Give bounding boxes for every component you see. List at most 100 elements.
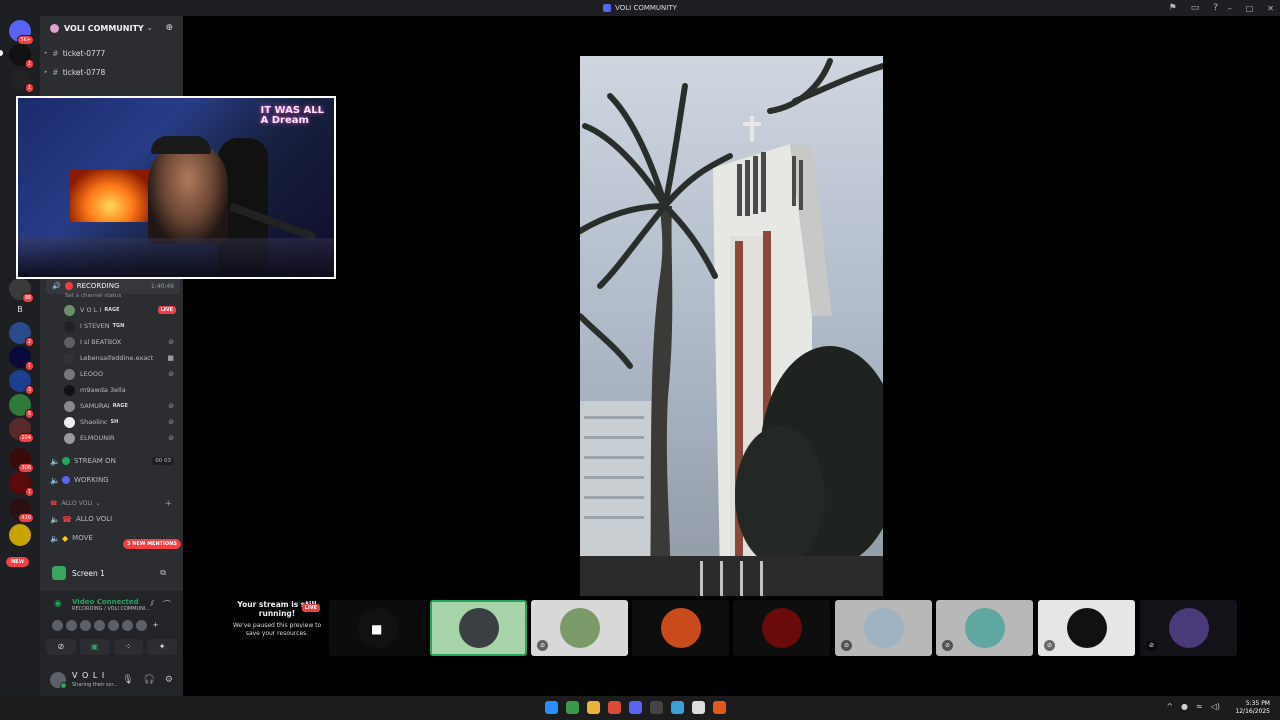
microphone-icon[interactable]: 🎙 (122, 675, 133, 685)
signal-icon: ◉ (54, 599, 62, 609)
activities-button[interactable]: ⁘ (113, 639, 144, 655)
participant-tile[interactable]: ⊘ (1140, 600, 1237, 656)
home-button[interactable]: 5K+ (9, 20, 34, 45)
server-icon[interactable]: 98 (9, 278, 34, 303)
server-icon[interactable]: 1 (9, 68, 34, 93)
brave-icon[interactable] (713, 701, 726, 714)
server-icon[interactable]: 1 (9, 346, 34, 371)
avatar[interactable] (66, 620, 77, 631)
connection-location[interactable]: RECORDING / VOLI COMMUNI... (72, 606, 150, 612)
channel-status-hint[interactable]: Set a channel status (65, 293, 121, 299)
participant-tile[interactable] (733, 600, 830, 656)
voice-member[interactable]: Lebensaifeddine.exact ■ (64, 351, 178, 365)
participant-tile[interactable] (632, 600, 729, 656)
clock[interactable]: 5:35 PM 12/16/2025 (1235, 700, 1270, 716)
terminal-icon[interactable] (650, 701, 663, 714)
screen-share-row[interactable]: Screen 1 ⧉ (46, 564, 180, 582)
server-icon[interactable]: 3 (9, 370, 34, 395)
participant-tile[interactable] (430, 600, 527, 656)
user-info[interactable]: V O L I Sharing their scr... (72, 671, 118, 688)
chevron-up-icon[interactable]: ^ (1166, 702, 1173, 711)
headphones-icon[interactable]: 🎧 (144, 675, 155, 685)
camera-off-button[interactable]: ⊘ (46, 639, 76, 655)
soundboard-button[interactable]: ✦ (147, 639, 177, 655)
category-label: ALLO VOLI (61, 500, 93, 507)
screen-share-button[interactable]: ▣ (79, 639, 110, 655)
channel-dot-icon (62, 457, 70, 465)
collapse-arrow-icon: ▸ (44, 69, 48, 75)
start-icon[interactable] (545, 701, 558, 714)
avatar[interactable] (52, 620, 63, 631)
avatar (64, 336, 75, 348)
desk-light-image (18, 238, 334, 277)
new-servers-pill[interactable]: NEW (6, 557, 30, 567)
voice-channel-allo-voli[interactable]: 🔈 ☎ ALLO VOLI (50, 511, 180, 527)
server-icon[interactable]: 204 (9, 418, 34, 443)
voice-member[interactable]: LEOOO ⊘ (64, 367, 178, 381)
avatar[interactable] (94, 620, 105, 631)
participant-tile[interactable]: ⊘ (835, 600, 932, 656)
settings-gear-icon[interactable]: ⚙ (165, 675, 173, 685)
new-mentions-pill[interactable]: 3 NEW MENTIONS (123, 539, 181, 549)
folder-icon[interactable] (587, 701, 600, 714)
channel-ticket-0777[interactable]: ▸ # ticket-0777 (40, 45, 183, 61)
wifi-icon[interactable]: ≈ (1196, 702, 1203, 711)
close-button[interactable]: ✕ (1267, 4, 1274, 13)
connection-status[interactable]: Video Connected (72, 598, 139, 606)
stream-video[interactable] (580, 56, 883, 596)
activity-avatars: + (52, 620, 161, 631)
add-channel-icon[interactable]: + (164, 499, 172, 509)
add-activity-icon[interactable]: + (150, 620, 161, 631)
avatar[interactable] (136, 620, 147, 631)
minimize-button[interactable]: – (1228, 4, 1232, 13)
voice-member[interactable]: m9awda 3ella (64, 383, 178, 397)
volume-icon[interactable]: ◁) (1211, 702, 1220, 711)
neon-sign: IT WAS ALL A Dream (260, 106, 324, 126)
channel-ticket-0778[interactable]: ▸ # ticket-0778 (40, 64, 183, 80)
voice-channel-stream-on[interactable]: 🔈 STREAM ON 00 03 (50, 453, 180, 469)
unread-badge: 5 (24, 409, 34, 419)
server-header[interactable]: VOLI COMMUNITY ⌄ ⊕ (40, 16, 183, 40)
server-icon[interactable] (9, 524, 31, 546)
notepad-icon[interactable] (692, 701, 705, 714)
participant-tile[interactable]: ⊘ (936, 600, 1033, 656)
voice-channel-label: RECORDING (76, 282, 120, 290)
noise-suppression-icon[interactable]: ⫽ (150, 599, 154, 610)
avatar[interactable] (80, 620, 91, 631)
category-allo-voli[interactable]: ☎ ALLO VOLI ⌄ + (50, 499, 180, 509)
voice-channel-working[interactable]: 🔈 WORKING (50, 472, 180, 488)
disconnect-icon[interactable]: ⌒ (163, 599, 171, 610)
voice-member[interactable]: SAMURAI RAGE ⊘ (64, 399, 178, 413)
inbox-icon[interactable]: ▭ (1191, 3, 1200, 13)
server-icon[interactable]: 1 (9, 44, 34, 69)
browser-icon[interactable] (608, 701, 621, 714)
avatar[interactable] (108, 620, 119, 631)
voice-member[interactable]: I STEVEN TGN (64, 319, 178, 333)
server-icon[interactable]: 430 (9, 498, 34, 523)
add-member-icon[interactable]: ⊕ (165, 23, 173, 33)
microphone-icon[interactable]: ● (1181, 702, 1188, 711)
server-icon[interactable]: 306 (9, 448, 34, 473)
server-icon[interactable]: 2 (9, 322, 34, 347)
voice-member[interactable]: V O L I RAGE LIVE (64, 303, 178, 317)
unread-badge: 3 (24, 385, 34, 395)
discord-icon[interactable] (629, 701, 642, 714)
voice-member[interactable]: I sl BEATBOX ⊘ (64, 335, 178, 349)
avatar[interactable] (50, 671, 67, 689)
maximize-button[interactable]: □ (1246, 4, 1254, 13)
chrome-icon[interactable] (566, 701, 579, 714)
voice-member[interactable]: ELMOUNIR ⊘ (64, 431, 178, 445)
server-icon-letter[interactable]: B (9, 298, 31, 320)
voice-member[interactable]: Shaolinc SH ⊘ (64, 415, 178, 429)
server-icon[interactable]: 5 (9, 394, 34, 419)
participant-tile[interactable]: ⊘ (531, 600, 628, 656)
participant-tile[interactable]: ⊘ (1038, 600, 1135, 656)
popout-icon[interactable]: ⧉ (160, 568, 166, 578)
help-icon[interactable]: ? (1213, 3, 1218, 13)
voice-channel-recording[interactable]: 🔊 RECORDING 1:40:46 (46, 278, 180, 294)
participant-tile[interactable]: ■ (329, 600, 426, 656)
app-icon[interactable] (671, 701, 684, 714)
server-icon[interactable]: 1 (9, 472, 34, 497)
flag-icon[interactable]: ⚑ (1169, 3, 1177, 13)
avatar[interactable] (122, 620, 133, 631)
